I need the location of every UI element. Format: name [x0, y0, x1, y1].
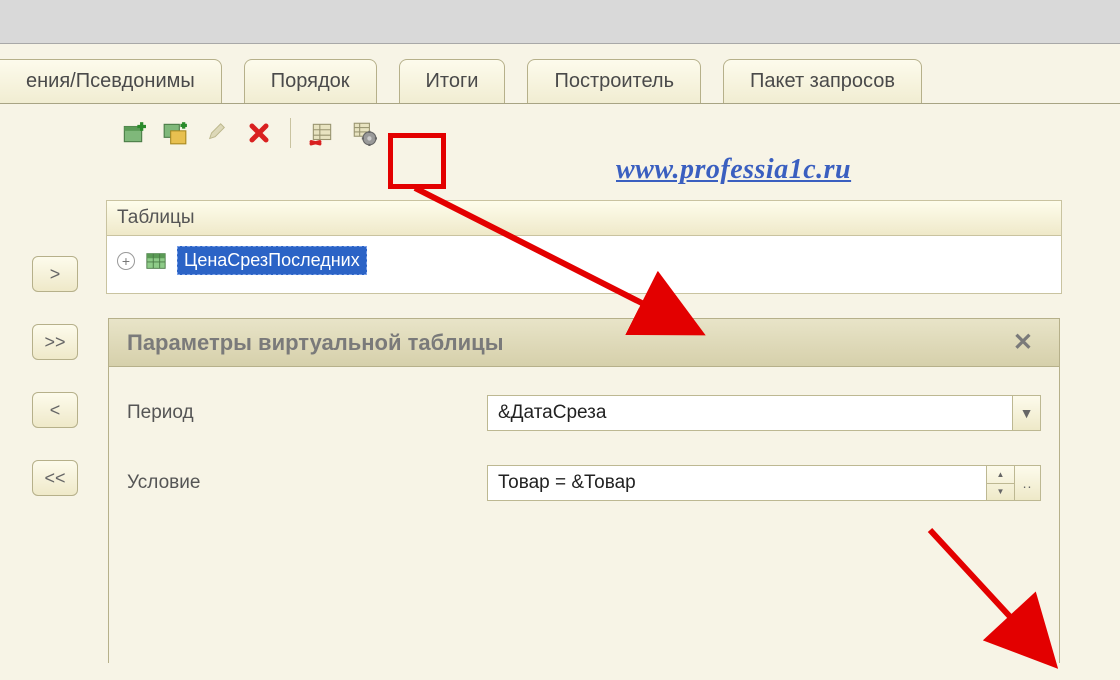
move-all-right-button[interactable]: >> — [32, 324, 78, 360]
expand-icon[interactable]: + — [117, 252, 135, 270]
row-condition: Условие Товар = &Товар ▲▼ .. — [109, 455, 1059, 511]
tabs-row: ения/Псевдонимы Порядок Итоги Построител… — [0, 44, 1120, 104]
condition-value[interactable]: Товар = &Товар — [488, 472, 986, 494]
nav-buttons: > >> < << — [32, 256, 78, 496]
move-right-button[interactable]: > — [32, 256, 78, 292]
tab-totals[interactable]: Итоги — [399, 59, 506, 103]
replace-table-icon[interactable] — [307, 118, 337, 148]
table-item-name[interactable]: ЦенаСрезПоследних — [177, 246, 367, 275]
tables-header: Таблицы — [107, 201, 1061, 236]
tab-aliases[interactable]: ения/Псевдонимы — [0, 59, 222, 103]
chevron-down-icon[interactable]: ▼ — [1012, 396, 1040, 430]
period-combo[interactable]: &ДатаСреза ▼ — [487, 395, 1041, 431]
ellipsis-button[interactable]: .. — [1014, 466, 1040, 500]
watermark-link: www.professia1c.ru — [616, 155, 851, 186]
row-period: Период &ДатаСреза ▼ — [109, 385, 1059, 441]
tab-query-batch[interactable]: Пакет запросов — [723, 59, 922, 103]
delete-icon[interactable] — [244, 118, 274, 148]
add-nested-table-icon[interactable] — [160, 118, 190, 148]
dialog-titlebar: Параметры виртуальной таблицы ✕ — [109, 319, 1059, 367]
move-left-button[interactable]: < — [32, 392, 78, 428]
toolbar-separator — [290, 118, 291, 148]
tab-builder[interactable]: Построитель — [527, 59, 701, 103]
edit-icon[interactable] — [202, 118, 232, 148]
highlight-box — [388, 133, 446, 189]
move-all-left-button[interactable]: << — [32, 460, 78, 496]
period-label: Период — [127, 402, 477, 424]
period-value[interactable]: &ДатаСреза — [488, 402, 1012, 424]
dialog-title-text: Параметры виртуальной таблицы — [127, 330, 503, 356]
spinner-icon[interactable]: ▲▼ — [986, 466, 1014, 500]
condition-label: Условие — [127, 472, 477, 494]
condition-input[interactable]: Товар = &Товар ▲▼ .. — [487, 465, 1041, 501]
tables-panel: Таблицы + ЦенаСрезПоследних — [106, 200, 1062, 294]
tab-order[interactable]: Порядок — [244, 59, 377, 103]
window-titlebar-strip — [0, 0, 1120, 44]
table-icon — [145, 250, 167, 272]
toolbar — [0, 104, 1120, 158]
virtual-table-params-dialog: Параметры виртуальной таблицы ✕ Период &… — [108, 318, 1060, 663]
virtual-table-params-icon[interactable] — [349, 118, 379, 148]
close-icon[interactable]: ✕ — [1005, 324, 1041, 361]
tables-body: + ЦенаСрезПоследних — [107, 236, 1061, 293]
add-table-icon[interactable] — [118, 118, 148, 148]
